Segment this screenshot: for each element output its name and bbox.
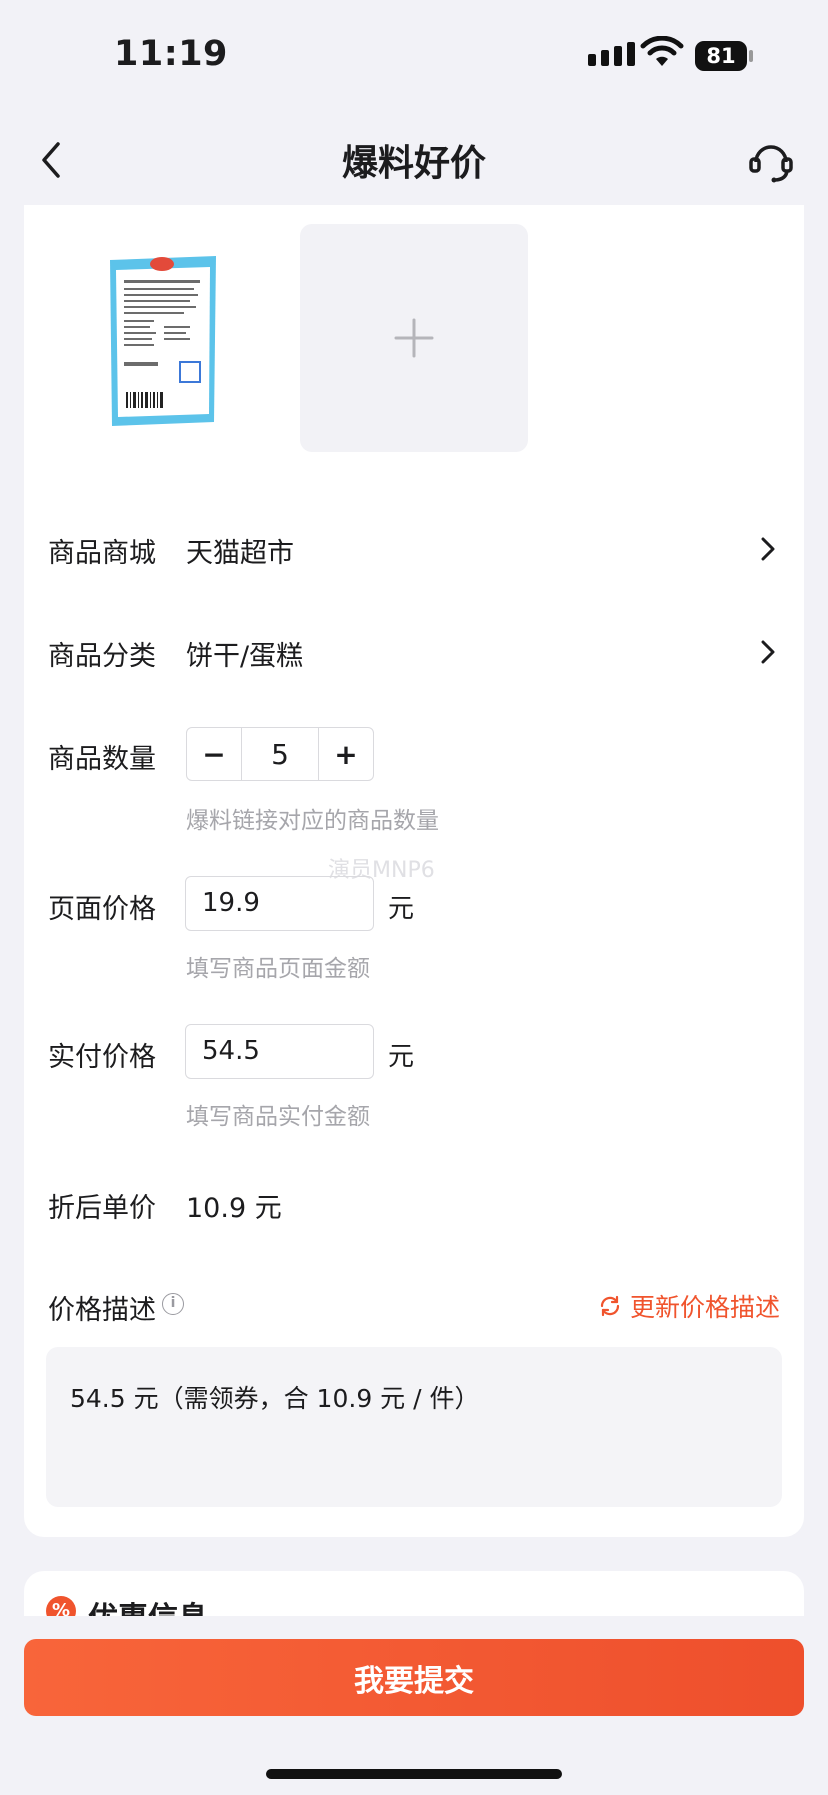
submit-button[interactable]: 我要提交 [24, 1639, 804, 1716]
refresh-icon [600, 1295, 620, 1317]
product-photo[interactable] [84, 222, 284, 452]
refresh-price-desc-button[interactable]: 更新价格描述 [598, 1288, 780, 1324]
quantity-stepper: − 5 + [186, 727, 374, 781]
info-icon[interactable]: i [162, 1293, 184, 1315]
refresh-price-desc-label: 更新价格描述 [630, 1293, 781, 1322]
mall-value[interactable]: 天猫超市 [186, 531, 294, 570]
quantity-hint: 爆料链接对应的商品数量 [186, 808, 439, 834]
unit-price-label: 折后单价 [48, 1193, 156, 1224]
page-price-hint: 填写商品页面金额 [186, 956, 370, 982]
battery-level: 81 [695, 41, 747, 71]
paid-price-hint: 填写商品实付金额 [186, 1104, 370, 1130]
status-time: 11:19 [114, 34, 228, 74]
paid-price-label: 实付价格 [48, 1042, 156, 1073]
chevron-right-icon[interactable] [757, 637, 779, 667]
decrement-button[interactable]: − [187, 728, 241, 780]
customer-service-icon[interactable] [748, 138, 794, 184]
add-photo-button[interactable] [300, 224, 528, 452]
quantity-label: 商品数量 [48, 744, 156, 775]
price-desc-label: 价格描述 [48, 1295, 156, 1326]
page-title: 爆料好价 [341, 143, 486, 184]
home-indicator [266, 1769, 562, 1779]
nav-bar: 爆料好价 [0, 120, 828, 200]
wifi-icon [640, 36, 684, 66]
page-price-label: 页面价格 [48, 894, 156, 925]
paid-price-unit: 元 [388, 1042, 415, 1072]
page-price-input[interactable]: 19.9 [185, 876, 374, 931]
chevron-right-icon[interactable] [757, 534, 779, 564]
unit-price-value: 10.9 元 [186, 1193, 282, 1224]
quantity-value[interactable]: 5 [241, 728, 319, 780]
battery-icon: 81 [695, 41, 753, 71]
price-desc-textarea[interactable]: 54.5 元（需领券，合 10.9 元 / 件） [46, 1347, 782, 1507]
category-label: 商品分类 [48, 641, 156, 672]
plus-icon [394, 318, 434, 358]
cellular-signal-icon [588, 42, 635, 66]
mall-label: 商品商城 [48, 538, 156, 569]
page-price-unit: 元 [388, 894, 415, 924]
increment-button[interactable]: + [319, 728, 373, 780]
category-value[interactable]: 饼干/蛋糕 [186, 634, 303, 673]
paid-price-input[interactable]: 54.5 [185, 1024, 374, 1079]
status-bar: 11:19 81 [0, 0, 828, 110]
